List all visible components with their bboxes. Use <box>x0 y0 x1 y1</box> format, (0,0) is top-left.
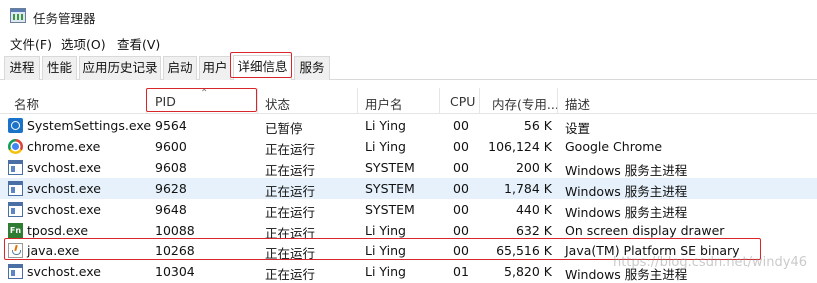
column-divider[interactable] <box>257 88 258 114</box>
process-name: tposd.exe <box>27 223 89 238</box>
process-memory: 440 K <box>515 202 552 217</box>
process-name: svchost.exe <box>27 181 101 196</box>
process-cpu: 00 <box>453 160 469 175</box>
process-description: Windows 服务主进程 <box>565 205 688 220</box>
process-status: 正在运行 <box>265 163 316 178</box>
column-divider[interactable] <box>357 88 358 114</box>
process-description: Windows 服务主进程 <box>565 184 688 199</box>
process-memory: 65,516 K <box>496 243 552 258</box>
process-user: SYSTEM <box>365 202 415 217</box>
svchost-icon <box>8 264 23 279</box>
process-name: chrome.exe <box>27 139 101 154</box>
tposd-icon: Fn <box>8 223 23 238</box>
svchost-icon <box>8 181 23 196</box>
process-name: SystemSettings.exe <box>27 118 152 133</box>
process-pid: 10088 <box>155 223 195 238</box>
process-pid: 9564 <box>155 118 187 133</box>
chrome-icon <box>8 139 23 154</box>
process-memory: 5,820 K <box>504 264 552 279</box>
table-row[interactable]: svchost.exe 9608 正在运行 SYSTEM 00 200 K Wi… <box>0 157 817 178</box>
process-user: SYSTEM <box>365 160 415 175</box>
process-pid: 9648 <box>155 202 187 217</box>
menu-options[interactable]: 选项(O) <box>61 34 106 53</box>
process-name: svchost.exe <box>27 160 101 175</box>
process-memory: 632 K <box>515 223 552 238</box>
column-divider[interactable] <box>557 88 558 114</box>
process-pid: 10268 <box>155 243 195 258</box>
process-description: Windows 服务主进程 <box>565 163 688 178</box>
table-row[interactable]: chrome.exe 9600 正在运行 Li Ying 00 106,124 … <box>0 136 817 157</box>
process-status: 正在运行 <box>265 142 316 157</box>
process-name: svchost.exe <box>27 202 101 217</box>
process-description: On screen display drawer <box>565 223 725 238</box>
column-header-pid[interactable]: PID <box>155 94 176 109</box>
process-pid: 9628 <box>155 181 187 196</box>
tab-services[interactable]: 服务 <box>294 56 330 80</box>
column-divider[interactable] <box>479 88 480 114</box>
process-user: Li Ying <box>365 264 406 279</box>
process-memory: 200 K <box>515 160 552 175</box>
table-row-selected[interactable]: svchost.exe 9628 正在运行 SYSTEM 00 1,784 K … <box>0 178 817 199</box>
tab-startup[interactable]: 启动 <box>163 56 197 80</box>
process-pid: 10304 <box>155 264 195 279</box>
process-description: Google Chrome <box>565 139 663 154</box>
process-cpu: 00 <box>453 181 469 196</box>
menu-bar: 文件(F) 选项(O) 查看(V) <box>0 32 817 52</box>
window-title: 任务管理器 <box>33 11 96 26</box>
process-user: SYSTEM <box>365 181 415 196</box>
column-divider[interactable] <box>439 88 440 114</box>
process-memory: 1,784 K <box>504 181 552 196</box>
tab-bar: 进程 性能 应用历史记录 启动 用户 详细信息 服务 <box>0 53 817 80</box>
menu-file[interactable]: 文件(F) <box>10 34 52 53</box>
column-header-user[interactable]: 用户名 <box>365 94 403 113</box>
column-divider[interactable] <box>146 88 147 114</box>
sort-ascending-icon: ⌃ <box>200 88 209 99</box>
menu-view[interactable]: 查看(V) <box>117 34 160 53</box>
process-cpu: 00 <box>453 139 469 154</box>
column-header-name[interactable]: 名称 <box>14 94 39 113</box>
table-row[interactable]: Fn tposd.exe 10088 正在运行 Li Ying 00 632 K… <box>0 220 817 241</box>
tab-users[interactable]: 用户 <box>199 56 231 80</box>
process-status: 已暂停 <box>265 121 303 136</box>
column-header-status[interactable]: 状态 <box>265 94 290 113</box>
java-icon <box>8 243 23 258</box>
task-manager-icon <box>10 8 26 23</box>
svchost-icon <box>8 202 23 217</box>
process-name: java.exe <box>27 243 80 258</box>
process-cpu: 01 <box>453 264 469 279</box>
process-user: Li Ying <box>365 243 406 258</box>
process-cpu: 00 <box>453 118 469 133</box>
process-pid: 9600 <box>155 139 187 154</box>
process-status: 正在运行 <box>265 267 316 282</box>
table-row[interactable]: svchost.exe 9648 正在运行 SYSTEM 00 440 K Wi… <box>0 199 817 220</box>
process-status: 正在运行 <box>265 184 316 199</box>
process-status: 正在运行 <box>265 246 316 261</box>
process-memory: 56 K <box>523 118 552 133</box>
column-header-memory[interactable]: 内存(专用... <box>492 94 559 113</box>
process-user: Li Ying <box>365 139 406 154</box>
process-status: 正在运行 <box>265 205 316 220</box>
column-header-cpu[interactable]: CPU <box>450 94 475 109</box>
table-header: 名称 ⌃ PID 状态 用户名 CPU 内存(专用... 描述 <box>0 88 817 114</box>
tab-details[interactable]: 详细信息 <box>233 55 292 80</box>
settings-icon <box>8 118 23 133</box>
title-bar: 任务管理器 <box>0 0 817 32</box>
process-pid: 9608 <box>155 160 187 175</box>
tab-app-history[interactable]: 应用历史记录 <box>79 56 161 80</box>
watermark: https://blog.csdn.net/windy46 <box>612 255 807 270</box>
column-header-description[interactable]: 描述 <box>565 94 590 113</box>
process-description: 设置 <box>565 121 591 136</box>
svchost-icon <box>8 160 23 175</box>
process-memory: 106,124 K <box>488 139 552 154</box>
tab-performance[interactable]: 性能 <box>42 56 77 80</box>
tab-processes[interactable]: 进程 <box>4 56 40 80</box>
process-cpu: 00 <box>453 202 469 217</box>
process-user: Li Ying <box>365 223 406 238</box>
process-cpu: 00 <box>453 243 469 258</box>
table-row[interactable]: SystemSettings.exe 9564 已暂停 Li Ying 00 5… <box>0 115 817 136</box>
process-user: Li Ying <box>365 118 406 133</box>
process-name: svchost.exe <box>27 264 101 279</box>
process-cpu: 00 <box>453 223 469 238</box>
